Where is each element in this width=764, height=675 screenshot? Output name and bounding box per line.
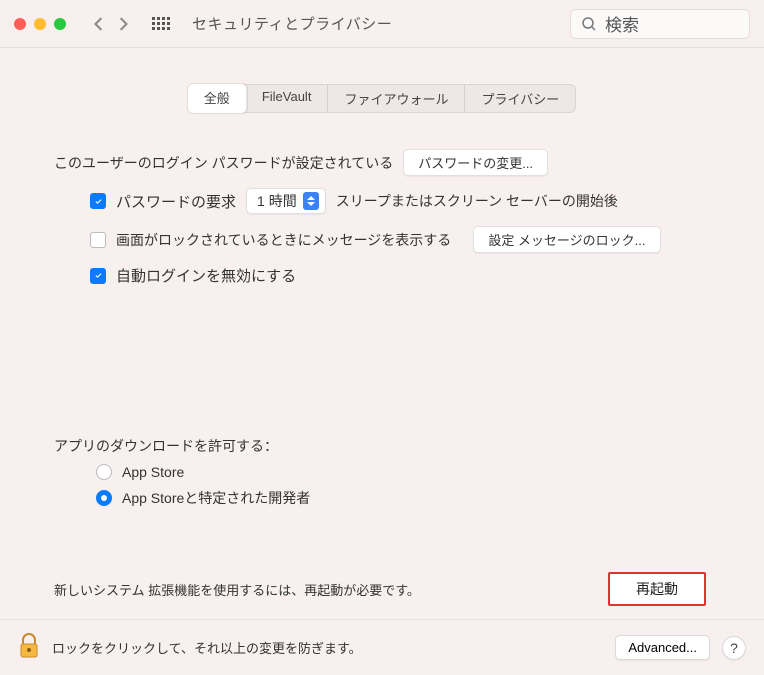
show-all-prefs-button[interactable] — [152, 17, 170, 30]
set-lock-message-button[interactable]: 設定 メッセージのロック... — [473, 226, 660, 253]
radio-appstore-identified-label: App Storeと特定された開発者 — [122, 488, 310, 508]
login-password-set-label: このユーザーのログイン パスワードが設定されている — [54, 153, 393, 173]
allow-downloads-heading: アプリのダウンロードを許可する： — [54, 436, 710, 456]
tab-filevault[interactable]: FileVault — [246, 85, 329, 112]
require-password-suffix: スリープまたはスクリーン セーバーの開始後 — [336, 191, 618, 211]
close-window-button[interactable] — [14, 18, 26, 30]
radio-appstore-only-label: App Store — [122, 464, 184, 480]
change-password-button[interactable]: パスワードの変更... — [403, 149, 548, 176]
lock-hint-text: ロックをクリックして、それ以上の変更を防ぎます。 — [52, 638, 362, 657]
require-password-delay-value: 1 時間 — [257, 191, 297, 211]
tab-firewall[interactable]: ファイアウォール — [328, 85, 465, 112]
show-lock-message-label: 画面がロックされているときにメッセージを表示する — [116, 230, 451, 250]
back-button[interactable] — [92, 17, 106, 31]
tab-general[interactable]: 全般 — [188, 84, 247, 113]
require-password-checkbox[interactable] — [90, 193, 106, 209]
restart-button[interactable]: 再起動 — [608, 572, 706, 606]
require-password-delay-select[interactable]: 1 時間 — [246, 188, 326, 214]
show-lock-message-checkbox[interactable] — [90, 232, 106, 248]
radio-appstore-identified[interactable] — [96, 490, 112, 506]
window-titlebar: セキュリティとプライバシー 検索 — [0, 0, 764, 48]
help-button[interactable]: ? — [722, 636, 746, 660]
chevron-updown-icon — [303, 192, 319, 210]
tab-bar: 全般 FileVault ファイアウォール プライバシー — [30, 84, 734, 113]
minimize-window-button[interactable] — [34, 18, 46, 30]
radio-appstore-only[interactable] — [96, 464, 112, 480]
search-field[interactable]: 検索 — [570, 9, 750, 39]
lock-icon[interactable] — [18, 632, 40, 663]
footer-bar: ロックをクリックして、それ以上の変更を防ぎます。 Advanced... ? — [0, 619, 764, 675]
pane-title: セキュリティとプライバシー — [192, 13, 392, 34]
tab-privacy[interactable]: プライバシー — [465, 85, 575, 112]
disable-autologin-checkbox[interactable] — [90, 268, 106, 284]
restart-required-message: 新しいシステム 拡張機能を使用するには、再起動が必要です。 — [54, 580, 420, 599]
search-icon — [581, 16, 597, 32]
forward-button[interactable] — [116, 17, 130, 31]
disable-autologin-label: 自動ログインを無効にする — [116, 265, 296, 286]
advanced-button[interactable]: Advanced... — [615, 635, 710, 660]
zoom-window-button[interactable] — [54, 18, 66, 30]
window-controls — [14, 18, 66, 30]
require-password-label: パスワードの要求 — [116, 191, 236, 212]
search-placeholder: 検索 — [605, 11, 639, 36]
